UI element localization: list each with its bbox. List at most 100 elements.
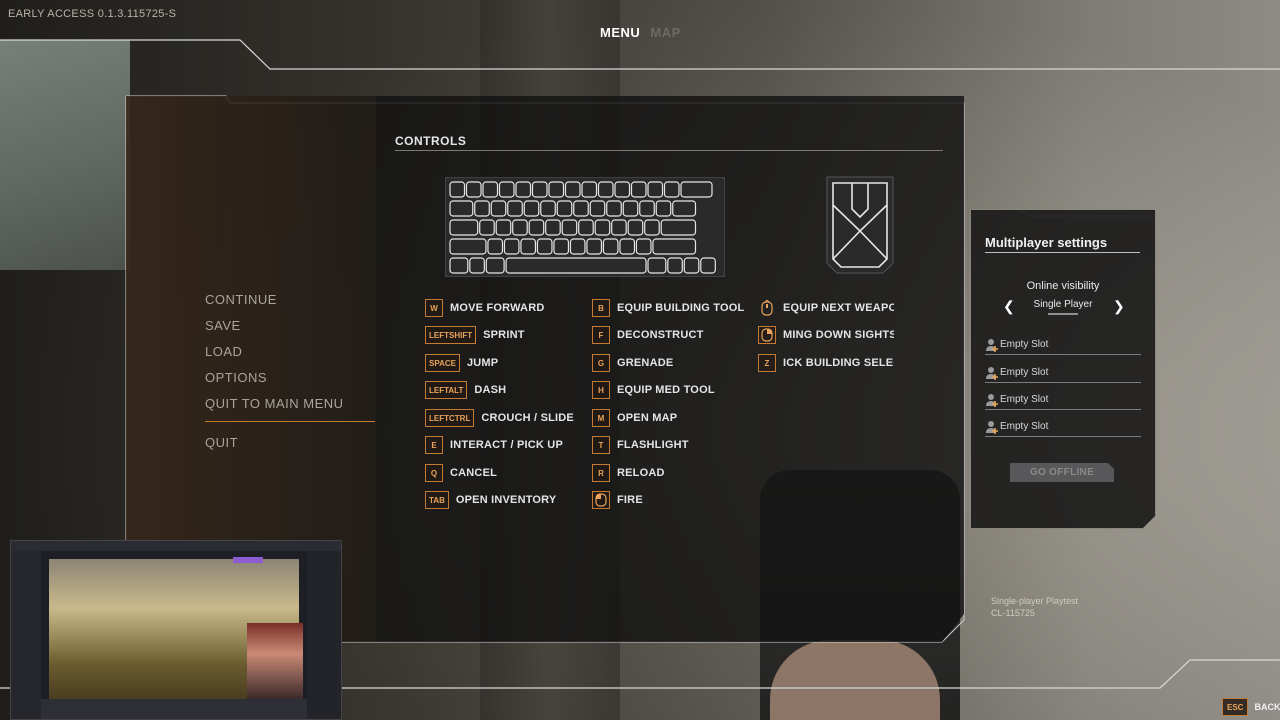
binding-crouch-slide: LEFTCTRL CROUCH / SLIDE [425, 408, 574, 428]
key-cap: LEFTALT [425, 381, 468, 399]
key-cap: W [425, 299, 443, 317]
slot-divider [985, 409, 1141, 410]
slot-label: Empty Slot [1000, 339, 1049, 350]
key-cap: E [425, 436, 443, 454]
mouse-left-button-icon [592, 491, 610, 509]
go-offline-button[interactable]: GO OFFLINE [1010, 463, 1114, 482]
add-player-icon [986, 367, 998, 380]
menu-divider [205, 421, 375, 422]
player-slot[interactable]: Empty Slot [985, 418, 1141, 438]
slot-label: Empty Slot [1000, 394, 1049, 405]
key-cap: G [592, 354, 610, 372]
mouse-illustration [826, 176, 894, 274]
key-cap: Z [758, 354, 776, 372]
pause-menu-list: CONTINUE SAVE LOAD OPTIONS QUIT TO MAIN … [205, 292, 375, 461]
mouse-scroll-icon [758, 299, 776, 317]
binding-action: OPEN INVENTORY [455, 494, 557, 506]
binding-jump: SPACE JUMP [425, 353, 498, 373]
save-button[interactable]: SAVE [205, 318, 375, 333]
binding-action: SPRINT [483, 329, 525, 341]
binding-equip-next-weapon: EQUIP NEXT WEAPON [758, 298, 894, 318]
playtest-info: Single-player Playtest CL-115725 [991, 595, 1078, 619]
options-button[interactable]: OPTIONS [205, 370, 375, 385]
player-slot[interactable]: Empty Slot [985, 391, 1141, 411]
binding-action: INTERACT / PICK UP [450, 439, 563, 451]
overlay-toolbar [11, 541, 341, 551]
binding-equip-building-tool: B EQUIP BUILDING TOOL [592, 298, 744, 318]
binding-action: ICK BUILDING SELECTI [783, 357, 894, 369]
binding-pick-building-selection: Z ICK BUILDING SELECTI [758, 353, 894, 373]
controls-divider [395, 150, 943, 151]
slot-divider [985, 354, 1141, 355]
visibility-prev-arrow-icon[interactable]: ❮ [1003, 298, 1015, 315]
binding-open-map: M OPEN MAP [592, 408, 677, 428]
key-cap: M [592, 409, 610, 427]
quit-button[interactable]: QUIT [205, 435, 375, 450]
binding-action: JUMP [466, 357, 499, 369]
key-cap: R [592, 464, 610, 482]
slot-label: Empty Slot [1000, 421, 1049, 432]
multiplayer-title-divider [985, 252, 1140, 253]
binding-dash: LEFTALT DASH [425, 380, 506, 400]
overlay-bottom-bar [41, 699, 307, 719]
mouse-right-button-icon [758, 326, 776, 344]
binding-interact: E INTERACT / PICK UP [425, 435, 563, 455]
esc-key-cap: ESC [1222, 698, 1249, 716]
binding-action: FLASHLIGHT [617, 439, 689, 451]
online-visibility-label: Online visibility [1026, 280, 1100, 292]
stream-overlay [10, 540, 342, 720]
binding-action: OPEN MAP [617, 412, 678, 424]
key-cap: TAB [425, 491, 449, 509]
key-cap: H [592, 381, 610, 399]
binding-deconstruct: F DECONSTRUCT [592, 325, 704, 345]
continue-button[interactable]: CONTINUE [205, 292, 375, 307]
key-cap: Q [425, 464, 443, 482]
binding-grenade: G GRENADE [592, 353, 673, 373]
binding-action: EQUIP MED TOOL [617, 384, 715, 396]
key-cap: SPACE [425, 354, 460, 372]
webcam-feed [247, 623, 303, 699]
load-button[interactable]: LOAD [205, 344, 375, 359]
binding-action: RELOAD [617, 467, 665, 479]
binding-action: CROUCH / SLIDE [481, 412, 574, 424]
back-label: BACK [1254, 702, 1280, 712]
key-cap: F [592, 326, 610, 344]
slot-label: Empty Slot [1000, 367, 1049, 378]
back-prompt[interactable]: ESC BACK [1222, 698, 1280, 716]
multiplayer-settings-title: Multiplayer settings [985, 235, 1108, 250]
keyboard-illustration [445, 177, 725, 277]
binding-action: GRENADE [617, 357, 674, 369]
slot-divider [985, 382, 1141, 383]
key-cap: LEFTSHIFT [425, 326, 477, 344]
binding-action: DECONSTRUCT [617, 329, 704, 341]
binding-reload: R RELOAD [592, 463, 665, 483]
binding-equip-med-tool: H EQUIP MED TOOL [592, 380, 715, 400]
slot-divider [985, 436, 1141, 437]
player-slot[interactable]: Empty Slot [985, 364, 1141, 384]
binding-sprint: LEFTSHIFT SPRINT [425, 325, 525, 345]
binding-action: MING DOWN SIGHTS (A [783, 329, 894, 341]
playtest-mode-label: Single-player Playtest [991, 596, 1079, 606]
binding-flashlight: T FLASHLIGHT [592, 435, 689, 455]
controls-title: CONTROLS [395, 134, 467, 148]
key-cap: B [592, 299, 610, 317]
online-visibility-value[interactable]: Single Player [1020, 299, 1106, 310]
binding-aim-down-sights: MING DOWN SIGHTS (A [758, 325, 894, 345]
overlay-chat-panel [307, 551, 341, 719]
binding-action: EQUIP BUILDING TOOL [617, 302, 745, 314]
binding-fire: FIRE [592, 490, 643, 510]
binding-action: DASH [474, 384, 507, 396]
player-slot[interactable]: Empty Slot [985, 336, 1141, 356]
binding-action: MOVE FORWARD [450, 302, 545, 314]
visibility-next-arrow-icon[interactable]: ❯ [1113, 298, 1125, 315]
binding-action: CANCEL [450, 467, 498, 479]
add-player-icon [986, 394, 998, 407]
binding-action: FIRE [617, 494, 643, 506]
overlay-sidebar [11, 551, 41, 719]
quit-to-main-menu-button[interactable]: QUIT TO MAIN MENU [205, 396, 375, 411]
add-player-icon [986, 421, 998, 434]
overlay-purple-badge [233, 557, 263, 563]
binding-cancel: Q CANCEL [425, 463, 497, 483]
binding-move-forward: W MOVE FORWARD [425, 298, 544, 318]
binding-open-inventory: TAB OPEN INVENTORY [425, 490, 556, 510]
